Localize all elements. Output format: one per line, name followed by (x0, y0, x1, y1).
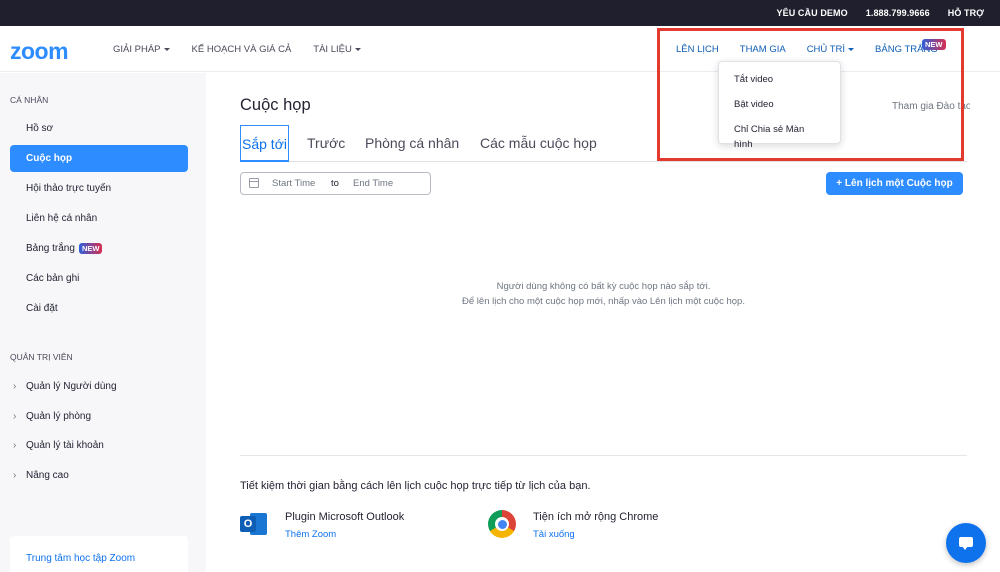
calendar-icon (249, 178, 259, 188)
nav-plans-label: KẾ HOẠCH VÀ GIÁ CẢ (191, 44, 292, 55)
menu-item-screen-share-only[interactable]: Chỉ Chia sẻ Màn hình (719, 117, 840, 150)
tab-meeting-templates[interactable]: Các mẫu cuộc họp (480, 125, 597, 162)
phone-number[interactable]: 1.888.799.9666 (866, 8, 930, 18)
empty-state-message: Người dùng không có bất kỳ cuộc họp nào … (496, 281, 711, 292)
request-demo-link[interactable]: YÊU CẦU DEMO (777, 8, 848, 18)
chevron-down-icon (354, 48, 361, 51)
add-zoom-link[interactable]: Thêm Zoom (285, 529, 336, 540)
start-time-input[interactable]: Start Time (272, 178, 315, 189)
sidebar-item-recordings[interactable]: Các bản ghi (10, 265, 188, 292)
nav-resources-label: TÀI LIỆU (313, 44, 352, 55)
empty-state-hint: Để lên lịch cho một cuộc họp mới, nhấp v… (462, 296, 745, 307)
new-badge: NEW (78, 242, 103, 254)
sidebar-item-personal-contacts[interactable]: Liên hệ cá nhân (10, 205, 188, 232)
sidebar-item-label: Quản lý Người dùng (26, 381, 117, 392)
sidebar-item-label: Nâng cao (26, 470, 69, 481)
sidebar-item-label: Quản lý phòng (26, 411, 92, 422)
schedule-meeting-button[interactable]: + Lên lịch một Cuộc họp (826, 172, 963, 195)
chevron-right-icon: › (13, 381, 17, 392)
outlook-icon-front: O (240, 516, 256, 532)
secondary-nav: LÊN LỊCH THAM GIA CHỦ TRÌ BẢNG TRẮNG NEW (676, 39, 946, 55)
chat-support-button[interactable] (946, 523, 986, 563)
join-training-link[interactable]: Tham gia Đào tạo (892, 101, 970, 112)
chevron-right-icon: › (13, 470, 17, 481)
sidebar-item-settings[interactable]: Cài đặt (10, 295, 188, 322)
date-range-separator: to (331, 178, 339, 189)
nav-solutions[interactable]: GIẢI PHÁP (113, 44, 170, 55)
sidebar-item-account-management[interactable]: › Quản lý tài khoản (10, 432, 188, 459)
end-time-input[interactable]: End Time (353, 178, 393, 189)
nav-host[interactable]: CHỦ TRÌ (806, 44, 855, 55)
nav-host-label: CHỦ TRÌ (806, 44, 846, 55)
zoom-logo[interactable]: zoom (10, 38, 69, 65)
nav-schedule[interactable]: LÊN LỊCH (676, 44, 719, 55)
meeting-tabs: Sắp tới Trước Phòng cá nhân Các mẫu cuộc… (240, 125, 967, 162)
sidebar-item-label: Quản lý tài khoản (26, 440, 104, 451)
calendar-integration-heading: Tiết kiệm thời gian bằng cách lên lịch c… (240, 480, 591, 492)
download-link[interactable]: Tải xuống (533, 529, 575, 540)
menu-item-video-off[interactable]: Tắt video (719, 67, 840, 92)
sidebar-item-advanced[interactable]: › Nâng cao (10, 462, 188, 489)
outlook-plugin-title: Plugin Microsoft Outlook (285, 511, 405, 523)
learning-center-card: Trung tâm học tập Zoom (10, 536, 188, 572)
sidebar-item-room-management[interactable]: › Quản lý phòng (10, 403, 188, 430)
new-badge: NEW (922, 39, 946, 50)
host-dropdown-menu: Tắt video Bật video Chỉ Chia sẻ Màn hình (718, 61, 841, 150)
top-utility-bar: YÊU CẦU DEMO 1.888.799.9666 HỖ TRỢ (0, 0, 1000, 26)
chat-bubble-icon (959, 537, 973, 550)
menu-item-video-on[interactable]: Bật video (719, 92, 840, 117)
outlook-icon: O (240, 510, 268, 538)
chrome-icon (488, 510, 516, 538)
chrome-extension-title: Tiện ích mở rộng Chrome (533, 511, 659, 523)
sidebar-item-profile[interactable]: Hồ sơ (10, 115, 188, 142)
page-title: Cuộc họp (240, 96, 311, 114)
nav-resources[interactable]: TÀI LIỆU (313, 44, 361, 55)
main-header: zoom GIẢI PHÁP KẾ HOẠCH VÀ GIÁ CẢ TÀI LI… (0, 26, 1000, 72)
sidebar-item-meetings[interactable]: Cuộc họp (10, 145, 188, 172)
nav-solutions-label: GIẢI PHÁP (113, 44, 161, 55)
tab-upcoming[interactable]: Sắp tới (240, 125, 289, 162)
sidebar-item-webinars[interactable]: Hội thảo trực tuyến (10, 175, 188, 202)
sidebar: CÁ NHÂN Hồ sơ Cuộc họp Hội thảo trực tuy… (0, 73, 206, 572)
nav-join[interactable]: THAM GIA (740, 44, 786, 55)
tab-personal-room[interactable]: Phòng cá nhân (365, 125, 459, 162)
nav-plans-pricing[interactable]: KẾ HOẠCH VÀ GIÁ CẢ (192, 44, 292, 55)
date-range-picker[interactable]: Start Time to End Time (240, 172, 431, 195)
sidebar-item-user-management[interactable]: › Quản lý Người dùng (10, 373, 188, 400)
chevron-down-icon (163, 48, 170, 51)
learning-center-link[interactable]: Trung tâm học tập Zoom (26, 553, 135, 564)
primary-nav: GIẢI PHÁP KẾ HOẠCH VÀ GIÁ CẢ TÀI LIỆU (113, 44, 383, 55)
chevron-right-icon: › (13, 440, 17, 451)
section-divider (240, 455, 967, 456)
sidebar-item-label: Bảng trắng (26, 243, 75, 254)
sidebar-section-personal: CÁ NHÂN (10, 95, 49, 105)
chevron-right-icon: › (13, 411, 17, 422)
support-link[interactable]: HỖ TRỢ (948, 8, 984, 18)
sidebar-item-whiteboard[interactable]: Bảng trắng NEW (10, 235, 188, 262)
tab-previous[interactable]: Trước (307, 125, 345, 162)
sidebar-section-admin: QUẢN TRỊ VIÊN (10, 352, 73, 362)
chevron-down-icon (848, 48, 855, 51)
